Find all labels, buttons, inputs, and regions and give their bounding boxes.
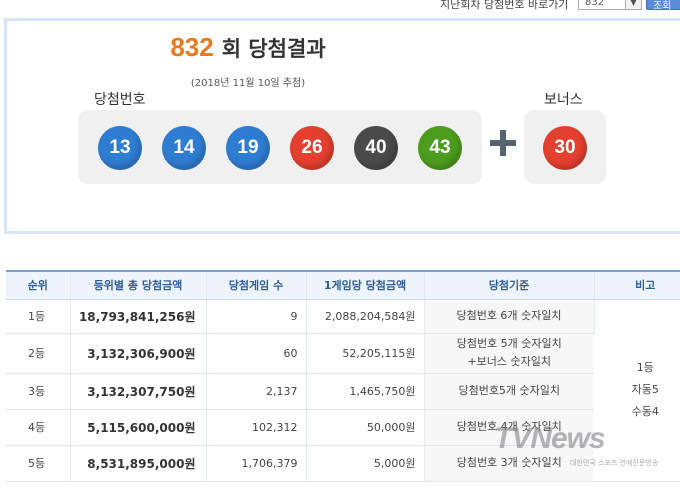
criteria-cell: 당첨번호 6개 숫자일치 — [424, 299, 595, 334]
prize-per-game-cell: 50,000원 — [306, 409, 425, 446]
draw-date: (2018년 11월 10일 추첨) — [190, 78, 306, 89]
prize-per-game-cell: 1,465,750원 — [306, 373, 425, 410]
rank-cell: 5등 — [6, 445, 71, 482]
header-note: 비고 — [594, 270, 680, 300]
lookup-button[interactable]: 조회 — [646, 0, 680, 12]
page-title: 832 회 당첨결과 — [0, 32, 496, 63]
winning-numbers-label: 당첨번호 — [94, 92, 146, 108]
header-winning-games: 당첨게임 수 — [206, 270, 307, 300]
plus-icon — [488, 128, 518, 158]
number-ball: 14 — [162, 126, 206, 170]
watermark-caption: 대한민국 스포츠·연예전문방송 — [570, 459, 659, 467]
criteria-text: 당첨번호 6개 숫자일치 — [456, 309, 562, 322]
header-total-prize: 등위별 총 당첨금액 — [70, 270, 207, 300]
winning-games-cell: 9 — [206, 299, 307, 334]
lookup-button-label: 조회 — [653, 1, 672, 12]
total-prize-cell: 5,115,600,000원 — [70, 409, 207, 446]
number-ball: 40 — [354, 126, 398, 170]
winning-games-cell: 2,137 — [206, 373, 307, 410]
rank-cell: 4등 — [6, 409, 71, 446]
round-number: 832 — [170, 32, 214, 62]
table-row: 3등 3,132,307,750원 2,137 1,465,750원 당첨번호5… — [6, 373, 680, 410]
tvnews-watermark-logo: TVNews — [494, 422, 606, 455]
header-prize-per-game: 1게임당 당첨금액 — [306, 270, 425, 300]
prize-per-game-cell: 52,205,115원 — [306, 333, 425, 374]
prize-per-game-cell: 5,000원 — [306, 445, 425, 482]
bonus-label: 보너스 — [544, 92, 583, 108]
winning-games-cell: 1,706,379 — [206, 445, 307, 482]
criteria-text: 당첨번호5개 숫자일치 — [458, 384, 561, 397]
winning-games-cell: 60 — [206, 333, 307, 374]
total-prize-cell: 3,132,307,750원 — [70, 373, 207, 410]
total-prize-cell: 18,793,841,256원 — [70, 299, 207, 334]
number-ball: 19 — [226, 126, 270, 170]
bonus-ball: 30 — [543, 126, 587, 170]
prize-per-game-cell: 2,088,204,584원 — [306, 299, 425, 334]
criteria-text-bonus: +보너스 숫자일치 — [467, 355, 552, 368]
criteria-cell: 당첨번호5개 숫자일치 — [424, 373, 594, 410]
criteria-text: 당첨번호 3개 숫자일치 — [456, 456, 562, 469]
rank-cell: 1등 — [6, 299, 71, 334]
criteria-text: 당첨번호 5개 숫자일치 — [456, 337, 562, 350]
total-prize-cell: 8,531,895,000원 — [70, 445, 207, 482]
criteria-cell: 당첨번호 5개 숫자일치 +보너스 숫자일치 — [424, 333, 594, 374]
table-row: 1등 18,793,841,256원 9 2,088,204,584원 당첨번호… — [6, 299, 680, 482]
header-rank: 순위 — [6, 270, 71, 300]
note-line: 자동5 — [631, 383, 659, 396]
bonus-number-panel: 30 — [524, 110, 606, 184]
rank-cell: 3등 — [6, 373, 71, 410]
winning-games-cell: 102,312 — [206, 409, 307, 446]
note-line: 수동4 — [631, 405, 659, 418]
total-prize-cell: 3,132,306,900원 — [70, 333, 207, 374]
top-toolbar: 지난회차 당첨번호 바로가기 832 ▼ 조회 — [0, 0, 680, 14]
note-line: 1등 — [636, 361, 654, 374]
past-round-shortcut-label: 지난회차 당첨번호 바로가기 — [440, 0, 569, 11]
note-cell: 1등 자동5 수동4 — [594, 299, 680, 482]
number-ball: 26 — [290, 126, 334, 170]
number-ball: 13 — [98, 126, 142, 170]
rank-cell: 2등 — [6, 333, 71, 374]
round-select[interactable]: 832 ▼ — [578, 0, 642, 10]
winning-numbers-panel: 13 14 19 26 40 43 — [78, 110, 482, 184]
round-select-value: 832 — [585, 0, 605, 8]
table-header-row: 순위 등위별 총 당첨금액 당첨게임 수 1게임당 당첨금액 당첨기준 비고 — [6, 270, 680, 300]
number-ball: 43 — [418, 126, 462, 170]
chevron-down-icon[interactable]: ▼ — [625, 0, 641, 9]
title-suffix: 회 당첨결과 — [221, 37, 326, 61]
header-criteria: 당첨기준 — [424, 270, 595, 300]
table-row: 2등 3,132,306,900원 60 52,205,115원 당첨번호 5개… — [6, 333, 680, 374]
